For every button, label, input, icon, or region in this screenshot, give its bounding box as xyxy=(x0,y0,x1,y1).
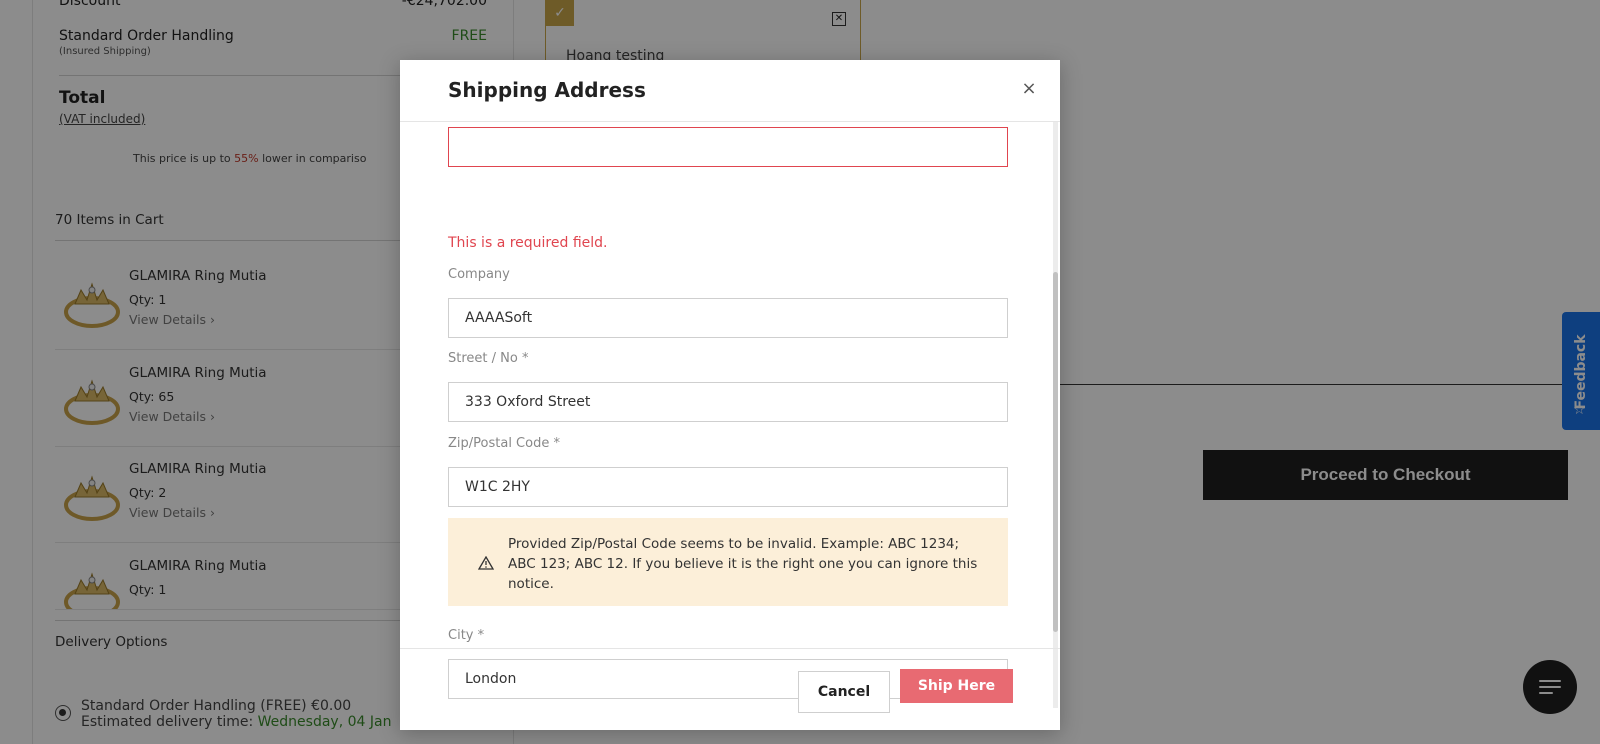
required-error: This is a required field. xyxy=(448,235,608,251)
ship-here-button[interactable]: Ship Here xyxy=(900,669,1013,703)
zip-notice-text: Provided Zip/Postal Code seems to be inv… xyxy=(508,536,978,592)
close-icon[interactable]: × xyxy=(1020,80,1038,98)
modal-body: This is a required field. Company Street… xyxy=(400,122,1060,708)
street-label: Street / No * xyxy=(448,351,529,366)
street-field[interactable] xyxy=(448,382,1008,422)
zip-label: Zip/Postal Code * xyxy=(448,436,560,451)
company-label: Company xyxy=(448,267,510,282)
required-field-input[interactable] xyxy=(448,127,1008,167)
cancel-button[interactable]: Cancel xyxy=(798,671,890,713)
modal-scrollbar-thumb[interactable] xyxy=(1053,272,1058,632)
company-field[interactable] xyxy=(448,298,1008,338)
modal-footer: Cancel Ship Here xyxy=(400,648,1060,730)
shipping-address-modal: Shipping Address × This is a required fi… xyxy=(400,60,1060,730)
warning-triangle-icon xyxy=(478,556,494,570)
modal-header: Shipping Address × xyxy=(400,60,1060,122)
city-label: City * xyxy=(448,628,485,643)
modal-title: Shipping Address xyxy=(448,78,646,102)
zip-field[interactable] xyxy=(448,467,1008,507)
zip-notice: Provided Zip/Postal Code seems to be inv… xyxy=(448,518,1008,606)
